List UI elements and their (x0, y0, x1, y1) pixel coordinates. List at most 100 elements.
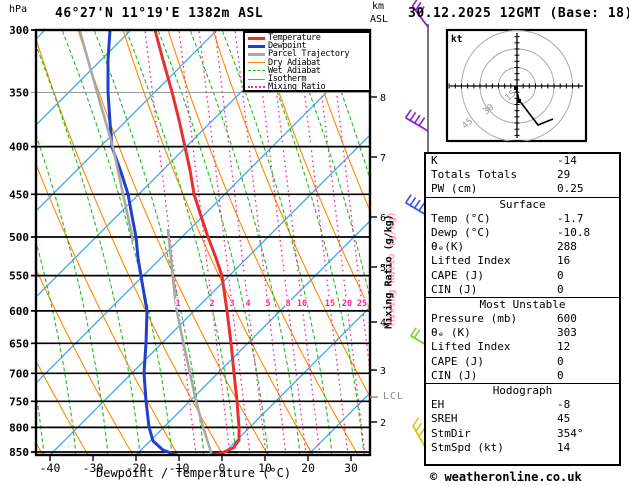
wet-adiabat-line (253, 30, 365, 455)
stats-label: SREH (431, 412, 458, 426)
stats-label: StmDir (431, 426, 471, 440)
mixing-ratio-value-label: 25 (357, 299, 367, 309)
pressure-tick-label: 450 (9, 188, 29, 201)
stats-label: K (431, 154, 438, 167)
stats-row: CIN (J) 0 (426, 283, 619, 297)
km-tick-label: 8 (380, 93, 386, 104)
sounding-chart: 300 350 400 450 500 550 600 650 700 750 800 850 -40-… (0, 0, 629, 486)
stats-label: CAPE (J) (431, 354, 484, 368)
stats-label: EH (431, 398, 445, 412)
series-parcel-trajectory (78, 30, 135, 242)
stats-value: 600 (557, 312, 577, 326)
asl-unit-label: ASL (370, 14, 389, 25)
stats-row: Totals Totals 29 (426, 168, 619, 182)
stats-row: K -14 (426, 154, 619, 168)
stats-value: 303 (557, 326, 577, 340)
stats-section: Hodograph EH -8 SREH 45 StmDir 354° StmSpd (kt)… (426, 383, 619, 455)
credit-footer: © weatheronline.co.uk (430, 470, 582, 484)
stats-value: 0.25 (557, 182, 584, 196)
legend-swatch-parcel-trajectory (248, 52, 265, 56)
pressure-tick-label: 800 (9, 421, 29, 434)
stats-value: 0 (557, 354, 564, 368)
stats-value: 354° (557, 426, 584, 440)
mixing-ratio-value-label: 20 (342, 299, 352, 309)
station-title: 46°27'N 11°19'E 1382m ASL (55, 6, 264, 21)
stats-table: K -14 Totals Totals 29 PW (cm) 0.25 Surface Tem… (424, 152, 621, 466)
wet-adiabat-line (61, 30, 173, 455)
mixing-ratio-line (214, 30, 267, 455)
legend: Temperature Dewpoint Parcel Trajectory Dry … (243, 31, 371, 92)
stats-section: K -14 Totals Totals 29 PW (cm) 0.25 (426, 154, 619, 197)
stats-label: StmSpd (kt) (431, 440, 504, 454)
stats-label: θₑ (K) (431, 326, 471, 340)
km-unit-label: km (372, 1, 385, 12)
stats-value: -8 (557, 398, 571, 412)
pressure-tick-label: 750 (9, 395, 29, 408)
x-tick-label: 20 (301, 461, 315, 475)
stats-row: StmSpd (kt) 14 (426, 441, 619, 455)
stats-value: 16 (557, 254, 571, 268)
stats-row: Pressure (mb) 600 (426, 312, 619, 326)
stats-value: 0 (557, 368, 564, 382)
hodograph-trace-marker (517, 99, 521, 103)
stats-row: Temp (°C) -1.7 (426, 212, 619, 226)
legend-swatch-wet-adiabat (248, 70, 265, 72)
stats-label: θₑ(K) (431, 240, 465, 254)
wet-adiabat-line (189, 30, 301, 455)
stats-row: Dewp (°C) -10.8 (426, 226, 619, 240)
pressure-tick-label: 850 (9, 446, 29, 459)
stats-value: -14 (557, 154, 577, 167)
mixing-ratio-value-label: 3 (229, 299, 234, 309)
wet-adiabat-line (157, 30, 269, 455)
stats-row: Lifted Index 16 (426, 254, 619, 268)
pressure-tick-label: 400 (9, 141, 29, 154)
mixing-ratio-value-label: 15 (325, 299, 335, 309)
legend-swatch-mixing-ratio (248, 86, 265, 89)
isotherm-line (36, 30, 304, 298)
dry-adiabat-line (122, 30, 314, 455)
mixing-ratio-value-label: 4 (245, 299, 250, 309)
pressure-tick-label: 350 (9, 87, 29, 100)
stats-row: CAPE (J) 0 (426, 355, 619, 369)
stats-label: Pressure (mb) (431, 312, 518, 326)
stats-row: θₑ(K) 288 (426, 240, 619, 254)
stats-label: CAPE (J) (431, 268, 484, 282)
stats-section: Surface Temp (°C) -1.7 Dewp (°C) -10.8 θₑ(K) 2… (426, 196, 619, 297)
wet-adiabat-line (317, 30, 370, 181)
stats-value: -1.7 (557, 211, 584, 225)
stats-value: 14 (557, 440, 571, 454)
dry-adiabat-line (212, 30, 370, 398)
stats-section: Most Unstable Pressure (mb) 600 θₑ (K) 303 Li… (426, 296, 619, 383)
stats-row: StmDir 354° (426, 427, 619, 441)
mixing-ratio-value-label: 1 (175, 299, 180, 309)
stats-value: 0 (557, 282, 564, 296)
legend-item: Wet Adiabat (245, 66, 369, 76)
mixing-ratio-value-label: 5 (265, 299, 270, 309)
legend-swatch-dry-adiabat (248, 62, 265, 64)
series-parcel-trajectory (166, 228, 213, 454)
x-axis-caption: Dewpoint / Temperature (°C) (96, 466, 292, 480)
pressure-unit-label: hPa (9, 4, 28, 15)
x-tick-label: -40 (40, 461, 61, 475)
datetime-title: 30.12.2025 12GMT (Base: 18) (408, 6, 629, 21)
stats-row: Lifted Index 12 (426, 340, 619, 354)
pressure-tick-label: 700 (9, 367, 29, 380)
stats-row: θₑ (K) 303 (426, 326, 619, 340)
mixing-ratio-axis-label: Mixing Ratio (g/kg) (383, 214, 395, 329)
mixing-ratio-value-label: 2 (209, 299, 214, 309)
stats-label: Totals Totals (431, 168, 518, 182)
stats-label: Dewp (°C) (431, 225, 491, 239)
km-tick-label: 2 (380, 418, 386, 429)
stats-row: CIN (J) 0 (426, 369, 619, 383)
legend-swatch-temperature (248, 36, 265, 40)
mixing-ratio-line (328, 30, 370, 378)
stats-value: -10.8 (557, 225, 591, 239)
legend-swatch-isotherm (248, 78, 265, 80)
stats-row: SREH 45 (426, 412, 619, 426)
pressure-tick-label: 650 (9, 337, 29, 350)
legend-swatch-dewpoint (248, 44, 265, 48)
stats-section-title: Surface (499, 197, 546, 211)
pressure-tick-label: 550 (9, 270, 29, 283)
stats-label: Lifted Index (431, 340, 511, 354)
stats-label: PW (cm) (431, 182, 478, 196)
